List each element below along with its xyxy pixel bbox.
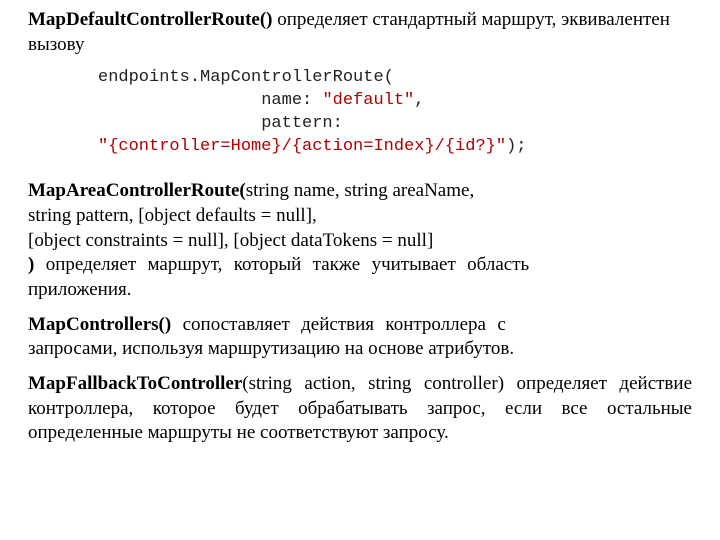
para-text: запросами, используя маршрутизацию на ос… xyxy=(28,338,514,359)
method-name: MapFallbackToController xyxy=(28,373,242,394)
code-string: "{controller=Home}/{action=Index}/{id?}" xyxy=(98,137,506,156)
para-maparea: MapAreaControllerRoute(string name, stri… xyxy=(28,179,692,302)
method-name: MapDefaultControllerRoute() xyxy=(28,9,273,30)
signature-part: [object constraints = null], [object dat… xyxy=(28,230,433,251)
para-mapfallback: MapFallbackToController(string action, s… xyxy=(28,372,692,446)
code-line: ); xyxy=(506,137,526,156)
document-page: MapDefaultControllerRoute() определяет с… xyxy=(0,0,720,464)
signature-part: (string action, string controller) xyxy=(242,373,504,394)
signature-part: string name, string areaName, xyxy=(246,180,474,201)
para-text: приложения. xyxy=(28,279,131,300)
code-line: endpoints.MapControllerRoute( xyxy=(98,68,394,87)
para-text: определяет маршрут, который также учитыв… xyxy=(34,254,529,275)
code-line: , xyxy=(414,91,424,110)
signature-part: string pattern, [object defaults = null]… xyxy=(28,205,317,226)
code-snippet: endpoints.MapControllerRoute( name: "def… xyxy=(98,67,692,159)
para-text: сопоставляет действия контроллера с xyxy=(171,314,506,335)
method-name: MapAreaControllerRoute( xyxy=(28,180,246,201)
method-name: MapControllers() xyxy=(28,314,171,335)
para-mapdefault: MapDefaultControllerRoute() определяет с… xyxy=(28,8,692,57)
code-line: name: xyxy=(98,91,322,110)
code-line: pattern: xyxy=(98,114,353,133)
code-string: "default" xyxy=(322,91,414,110)
para-mapcontrollers: MapControllers() сопоставляет действия к… xyxy=(28,313,692,362)
